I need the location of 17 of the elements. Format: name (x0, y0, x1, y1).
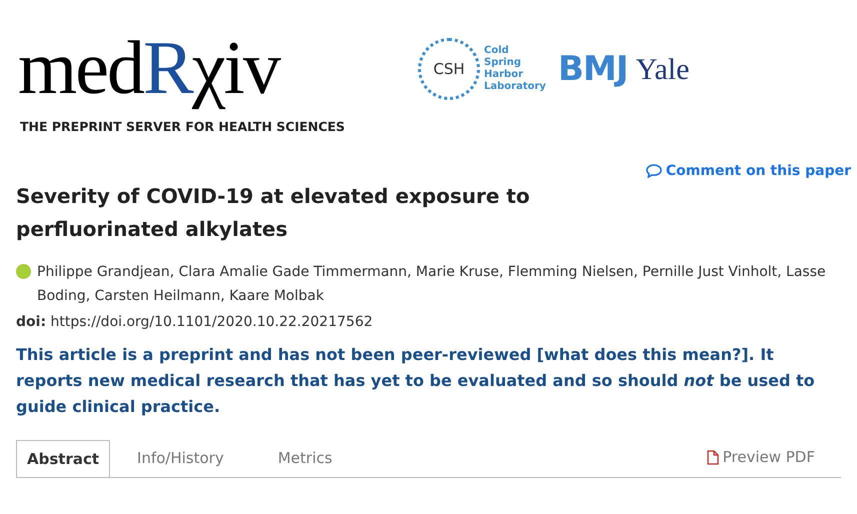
csh-logo-badge: CSH (418, 38, 480, 100)
tagline: THE PREPRINT SERVER FOR HEALTH SCIENCES (20, 118, 346, 136)
bmj-logo: BMJ (558, 48, 628, 90)
tab[interactable]: Abstract (16, 440, 110, 477)
preprint-notice: This article is a preprint and has not been peer-reviewed [what does this mean?]. It reports new medical research that has yet to be evaluated and so should not be used to guide clinical practice. (16, 344, 816, 418)
document-icon (706, 450, 719, 465)
speech-bubble-icon (646, 164, 662, 178)
article-title: Severity of COVID-19 at elevated exposure to perfluorinated alkylates (16, 182, 531, 243)
comment-link[interactable]: Comment on this paper (646, 160, 851, 182)
yale-logo: Yale (636, 52, 690, 88)
csh-logo-text: Cold Spring Harbor Laboratory (484, 45, 546, 93)
doi-line: doi: https://doi.org/10.1101/2020.10.22.20217562 (16, 312, 374, 332)
medrxiv-logo: medRχiv (18, 28, 281, 108)
orcid-icon (16, 264, 31, 279)
tab[interactable]: Metrics (250, 440, 360, 477)
tab[interactable]: Info/History (110, 440, 251, 477)
preview-pdf-link[interactable]: Preview PDF (706, 446, 815, 469)
